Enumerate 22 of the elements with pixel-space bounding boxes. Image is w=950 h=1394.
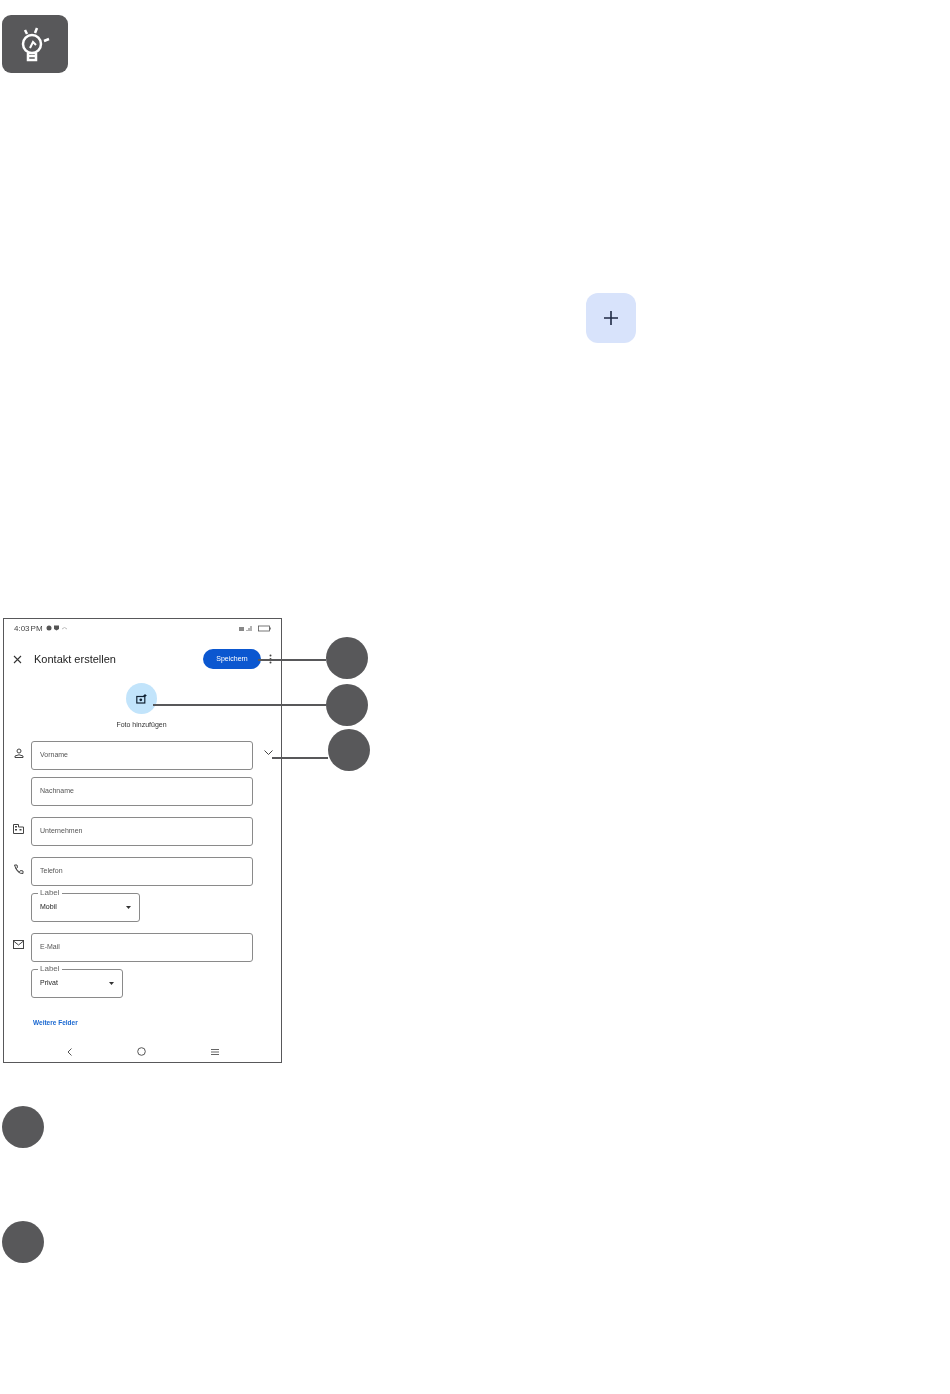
dropdown-caret-icon — [126, 905, 131, 909]
expand-chevron-icon[interactable] — [264, 749, 273, 755]
status-icons — [45, 625, 68, 631]
screen-title: Kontakt erstellen — [34, 651, 116, 667]
more-options-icon[interactable] — [269, 654, 272, 664]
back-icon[interactable] — [66, 1047, 72, 1056]
status-time: 4:03 PM — [14, 623, 43, 633]
signal-battery-icons — [239, 624, 271, 632]
building-icon — [13, 823, 24, 834]
phone-icon — [13, 863, 24, 875]
add-button[interactable] — [586, 293, 636, 343]
mail-icon — [13, 939, 24, 949]
close-icon[interactable] — [13, 654, 22, 664]
menu-icon[interactable] — [210, 1048, 219, 1055]
camera-plus-icon — [136, 693, 147, 704]
person-icon — [13, 747, 24, 758]
field-label: Label — [38, 887, 62, 897]
plus-icon — [604, 311, 618, 325]
add-photo-button[interactable] — [126, 683, 157, 714]
home-icon[interactable] — [136, 1047, 146, 1057]
field-label: Label — [38, 963, 62, 973]
dropdown-caret-icon — [109, 981, 114, 985]
